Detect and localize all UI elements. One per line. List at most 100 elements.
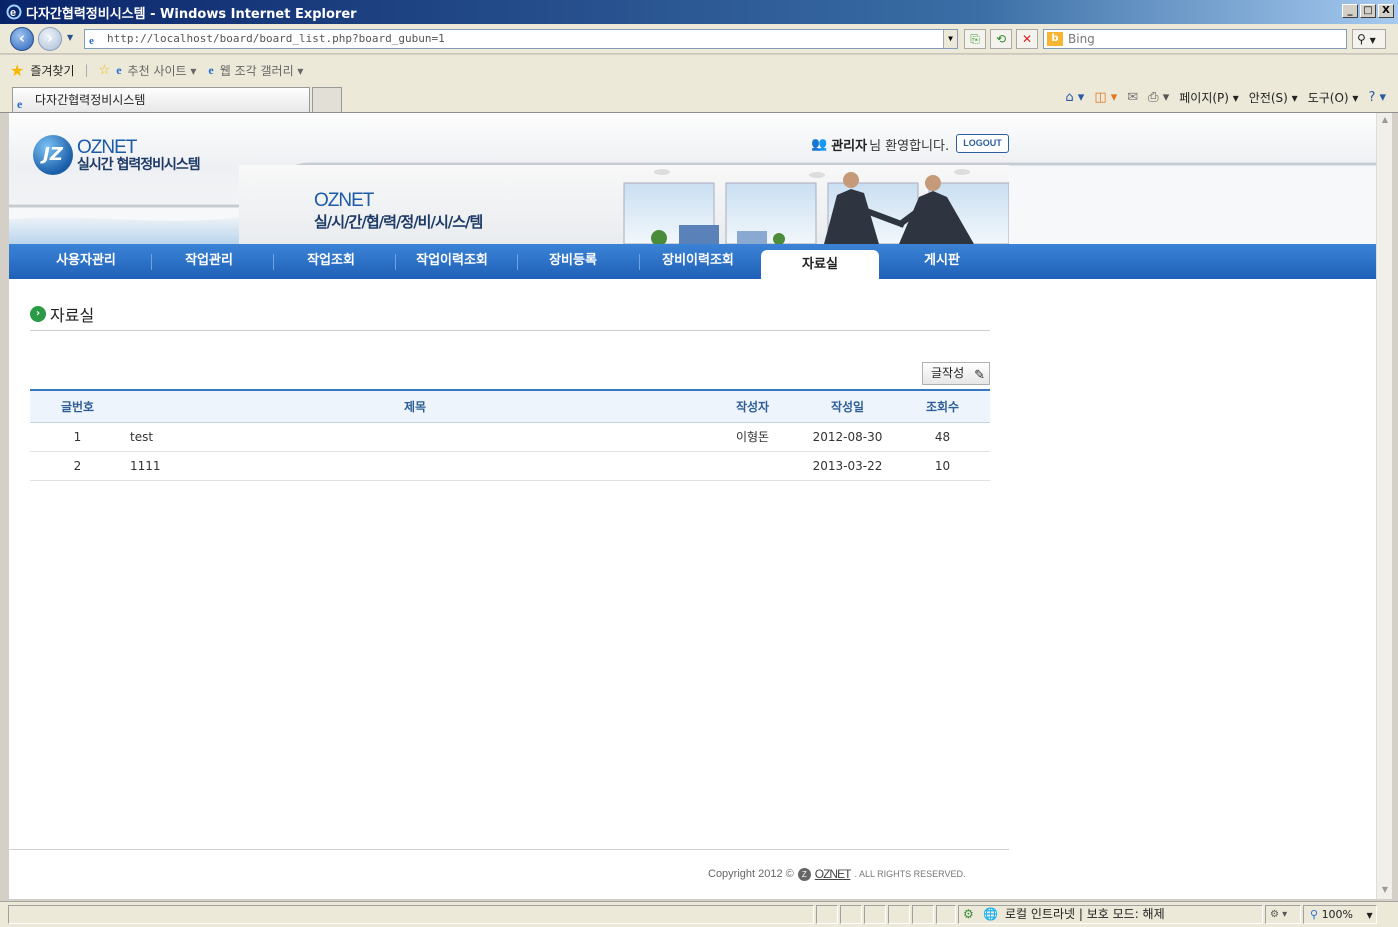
magnifier-icon: ⚲ — [1357, 32, 1366, 46]
row-date: 2012-08-30 — [800, 422, 895, 452]
table-row[interactable]: 2 1111 2013-03-22 10 — [30, 451, 990, 481]
search-button[interactable]: ⚲ ▼ — [1352, 29, 1386, 49]
status-cell — [816, 905, 838, 924]
menu-board[interactable]: 게시판 — [882, 244, 1002, 279]
header-number: 글번호 — [30, 389, 125, 423]
row-subject-link[interactable]: 1111 — [125, 451, 705, 481]
header-subject: 제목 — [125, 389, 705, 423]
main-menu: 사용자관리 작업관리 작업조회 작업이력조회 장비등록 장비이력조회 자료실 게… — [9, 244, 1376, 279]
tools-menu[interactable]: 도구(O) ▾ — [1308, 89, 1359, 106]
maximize-button[interactable]: □ — [1360, 4, 1376, 18]
close-button[interactable]: X — [1378, 4, 1394, 18]
print-icon[interactable]: ⎙ ▾ — [1148, 90, 1169, 105]
site-logo[interactable]: JZ OZNET 실시간 협력정비시스템 — [33, 135, 201, 175]
tab-title: 다자간협력정비시스템 — [35, 93, 146, 107]
new-tab-button[interactable] — [312, 87, 342, 112]
arrow-bullet-icon: › — [30, 306, 46, 322]
protected-mode-icon: ⚙ — [963, 907, 974, 921]
welcome-username: 관리자 — [831, 139, 868, 154]
page-title: › 자료실 — [30, 302, 94, 326]
favorites-star-icon[interactable]: ★ — [10, 61, 24, 80]
svg-text:e: e — [10, 7, 16, 19]
banner-name: OZNET — [314, 190, 374, 211]
row-author: 이형돈 — [705, 422, 800, 452]
footer-brand: OZNET — [814, 867, 852, 881]
zoom-level: 100% — [1321, 908, 1354, 921]
status-cell — [888, 905, 910, 924]
header-hits: 조회수 — [895, 389, 990, 423]
window-title-bar: e 다자간협력정비시스템 - Windows Internet Explorer… — [0, 0, 1398, 24]
suggested-sites-link[interactable]: 추천 사이트 ▾ — [128, 62, 197, 79]
safety-menu[interactable]: 안전(S) ▾ — [1249, 89, 1298, 106]
scroll-up-icon[interactable]: ▲ — [1379, 115, 1391, 127]
page-title-text: 자료실 — [50, 306, 95, 325]
menu-work-search[interactable]: 작업조회 — [271, 244, 391, 279]
copyright-text: Copyright 2012 © — [708, 868, 794, 880]
menu-user-management[interactable]: 사용자관리 — [26, 244, 146, 279]
write-post-button[interactable]: 글작성 ✎ — [922, 362, 990, 385]
compatibility-view-icon[interactable]: ⎘ — [964, 29, 986, 49]
row-number: 1 — [30, 422, 125, 452]
header-author: 작성자 — [705, 389, 800, 423]
menu-equipment-history[interactable]: 장비이력조회 — [638, 244, 758, 279]
forward-button[interactable]: › — [38, 27, 62, 51]
board-table: 글번호 제목 작성자 작성일 조회수 1 test 이형돈 2012-08-30… — [30, 389, 990, 481]
favorites-button[interactable]: 즐겨찾기 — [30, 62, 74, 79]
help-icon[interactable]: ? ▾ — [1368, 90, 1386, 105]
intranet-globe-icon: 🌐 — [983, 907, 998, 921]
popup-settings-icon[interactable]: ⚙ ▾ — [1265, 905, 1301, 924]
page-icon: e — [208, 62, 214, 77]
row-number: 2 — [30, 451, 125, 481]
page-viewport: JZ OZNET 실시간 협력정비시스템 👥 관리자 님 환영합니다. LOGO… — [9, 113, 1376, 899]
table-header-row: 글번호 제목 작성자 작성일 조회수 — [30, 389, 990, 423]
title-divider — [30, 330, 990, 331]
ie-logo-icon: e — [6, 4, 22, 20]
add-favorite-icon[interactable]: ☆ — [99, 63, 111, 78]
security-zone-text: 로컬 인트라넷 | 보호 모드: 해제 — [1005, 907, 1165, 921]
home-icon[interactable]: ⌂ ▾ — [1065, 90, 1084, 105]
stop-icon[interactable]: ✕ — [1016, 29, 1038, 49]
scroll-down-icon[interactable]: ▼ — [1379, 885, 1391, 897]
browser-navbar: ‹ › ▼ e http://localhost/board/board_lis… — [0, 24, 1398, 54]
zoom-control[interactable]: ⚲ 100% ▼ — [1303, 905, 1377, 924]
divider: | — [84, 63, 89, 77]
back-button[interactable]: ‹ — [10, 27, 34, 51]
web-slice-gallery-link[interactable]: 웹 조각 갤러리 ▾ — [220, 62, 304, 79]
menu-work-history[interactable]: 작업이력조회 — [392, 244, 512, 279]
status-cell — [912, 905, 934, 924]
status-bar: ⚙ 🌐 로컬 인트라넷 | 보호 모드: 해제 ⚙ ▾ ⚲ 100% ▼ — [0, 901, 1398, 927]
menu-work-management[interactable]: 작업관리 — [149, 244, 269, 279]
zoom-icon: ⚲ — [1310, 908, 1319, 921]
zoom-dropdown-icon[interactable]: ▼ — [1367, 911, 1373, 920]
vertical-scrollbar[interactable]: ▲ ▼ — [1376, 113, 1392, 899]
menu-archive[interactable]: 자료실 — [761, 250, 879, 279]
refresh-icon[interactable]: ⟲ — [990, 29, 1012, 49]
page-icon: e — [116, 62, 122, 77]
search-input[interactable]: b Bing — [1043, 29, 1347, 49]
footer-divider — [9, 849, 1009, 850]
table-row[interactable]: 1 test 이형돈 2012-08-30 48 — [30, 422, 990, 452]
address-text: http://localhost/board/board_list.php?bo… — [107, 32, 445, 45]
security-zone[interactable]: ⚙ 🌐 로컬 인트라넷 | 보호 모드: 해제 — [958, 905, 1263, 924]
logout-button[interactable]: LOGOUT — [956, 134, 1009, 153]
site-header: JZ OZNET 실시간 협력정비시스템 👥 관리자 님 환영합니다. LOGO… — [9, 113, 1376, 244]
mail-icon[interactable]: ✉ — [1127, 90, 1138, 105]
status-cell — [936, 905, 956, 924]
status-cell — [864, 905, 886, 924]
window-title: 다자간협력정비시스템 - Windows Internet Explorer — [26, 6, 357, 22]
address-bar[interactable]: e http://localhost/board/board_list.php?… — [84, 29, 958, 49]
bing-icon: b — [1047, 32, 1063, 46]
row-hits: 10 — [895, 451, 990, 481]
address-dropdown-icon[interactable]: ▼ — [943, 30, 957, 48]
menu-equipment-register[interactable]: 장비등록 — [513, 244, 633, 279]
history-dropdown-icon[interactable]: ▼ — [67, 33, 73, 42]
row-subject-link[interactable]: test — [125, 422, 705, 452]
minimize-button[interactable]: _ — [1342, 4, 1358, 18]
browser-tab[interactable]: e 다자간협력정비시스템 — [12, 87, 310, 112]
feeds-icon[interactable]: ◫ ▾ — [1094, 90, 1117, 105]
page-menu[interactable]: 페이지(P) ▾ — [1179, 89, 1239, 106]
oznet-footer-logo-icon: Z — [797, 867, 811, 881]
page-icon: e — [89, 35, 94, 47]
edit-pencil-icon: ✎ — [974, 368, 985, 383]
users-icon: 👥 — [811, 137, 828, 152]
